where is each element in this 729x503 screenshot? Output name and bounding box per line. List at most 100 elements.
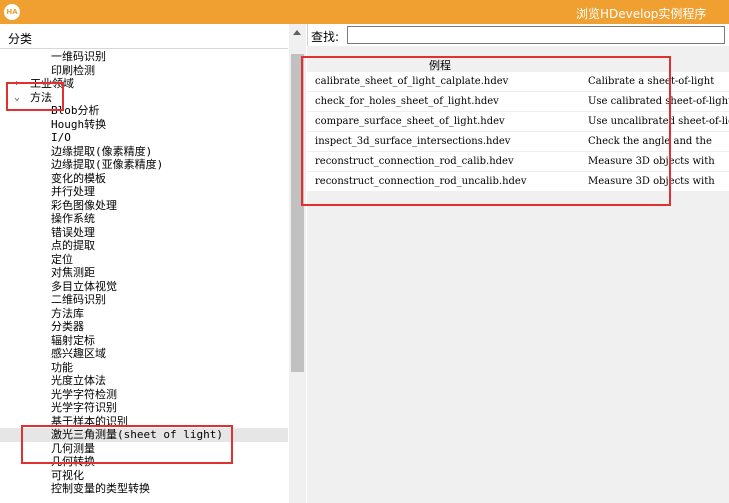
- title-bar: HA 浏览HDevelop实例程序: [0, 0, 729, 24]
- tree-item-label: 光度立体法: [51, 374, 106, 387]
- tree-item[interactable]: 彩色图像处理: [0, 199, 288, 213]
- tree-item-label: 方法: [30, 90, 52, 104]
- tree-item[interactable]: 光学字符识别: [0, 401, 288, 415]
- category-tree: 一维码识别 印刷检测 › 工业领域 ⌄ 方法 Blob分析 Hough转换 I/O 边缘提取(像素…: [0, 48, 288, 503]
- example-description: Use calibrated sheet-of-light: [588, 96, 729, 107]
- tree-item[interactable]: 定位: [0, 253, 288, 267]
- tree-item-label: 功能: [51, 360, 73, 374]
- tree-item[interactable]: 功能: [0, 361, 288, 375]
- tree-item[interactable]: 错误处理: [0, 226, 288, 240]
- tree-item-label: 变化的模板: [51, 171, 106, 185]
- tree-item-label: 工业领域: [30, 77, 74, 90]
- tree-item-label: Hough转换: [51, 117, 107, 131]
- tree-item[interactable]: 控制变量的类型转换: [0, 482, 288, 496]
- example-file-name: reconstruct_connection_rod_calib.hdev: [315, 156, 514, 167]
- tree-item-label: 感兴趣区域: [51, 347, 106, 360]
- tree-item[interactable]: 辐射定标: [0, 334, 288, 348]
- tree-item-label: I/O: [51, 131, 71, 144]
- tree-item-label: 控制变量的类型转换: [51, 482, 150, 495]
- example-description: Use uncalibrated sheet-of-light: [588, 116, 729, 127]
- tree-item-label: 印刷检测: [51, 63, 95, 77]
- tree-scrollbar[interactable]: [289, 24, 306, 503]
- tree-item[interactable]: › 工业领域: [0, 77, 288, 91]
- tree-item[interactable]: 二维码识别: [0, 293, 288, 307]
- tree-item-label: 几何转换: [51, 455, 95, 468]
- tree-item-label: 错误处理: [51, 225, 95, 239]
- tree-item[interactable]: 几何测量: [0, 442, 288, 456]
- table-row[interactable]: calibrate_sheet_of_light_calplate.hdev Ca…: [307, 72, 729, 92]
- tree-item[interactable]: Blob分析: [0, 104, 288, 118]
- example-description: Calibrate a sheet-of-light: [588, 76, 715, 87]
- tree-item-label: Blob分析: [51, 104, 100, 117]
- tree-item-label: 定位: [51, 252, 73, 266]
- example-file-name: compare_surface_sheet_of_light.hdev: [315, 116, 505, 127]
- window-title: 浏览HDevelop实例程序: [576, 7, 707, 21]
- tree-item[interactable]: 边缘提取(亚像素精度): [0, 158, 288, 172]
- column-header-label: 例程: [429, 59, 451, 72]
- tree-item[interactable]: Hough转换: [0, 118, 288, 132]
- search-input[interactable]: [347, 26, 725, 44]
- tree-item-label: 光学字符检测: [51, 387, 117, 401]
- tree-item[interactable]: 可视化: [0, 469, 288, 483]
- tree-item-label: 方法库: [51, 306, 84, 320]
- tree-item[interactable]: 印刷检测: [0, 64, 288, 78]
- tree-item[interactable]: 光学字符检测: [0, 388, 288, 402]
- tree-item[interactable]: 点的提取: [0, 239, 288, 253]
- tree-item-label: 基于样本的识别: [51, 414, 128, 428]
- scroll-up-icon[interactable]: [293, 30, 301, 35]
- example-file-name: inspect_3d_surface_intersections.hdev: [315, 136, 511, 147]
- tree-item-label: 对焦测距: [51, 266, 95, 279]
- tree-item[interactable]: 基于样本的识别: [0, 415, 288, 429]
- tree-item-label: 激光三角测量(sheet of light): [51, 428, 223, 441]
- tree-item[interactable]: 一维码识别: [0, 50, 288, 64]
- tree-item[interactable]: 边缘提取(像素精度): [0, 145, 288, 159]
- tree-item-label: 一维码识别: [51, 50, 106, 63]
- tree-item[interactable]: 感兴趣区域: [0, 347, 288, 361]
- tree-item-label: 多目立体视觉: [51, 279, 117, 293]
- example-table: 例程 calibrate_sheet_of_light_calplate.hde…: [307, 46, 729, 503]
- tree-item-label: 彩色图像处理: [51, 198, 117, 212]
- tree-item-label: 边缘提取(像素精度): [51, 144, 153, 158]
- tree-item[interactable]: I/O: [0, 131, 288, 145]
- tree-item-label: 并行处理: [51, 185, 95, 198]
- halcon-app-icon: HA: [4, 4, 20, 20]
- tree-item-label: 二维码识别: [51, 293, 106, 306]
- tree-item[interactable]: 多目立体视觉: [0, 280, 288, 294]
- example-file-name: reconstruct_connection_rod_uncalib.hdev: [315, 176, 527, 187]
- category-header: 分类: [0, 26, 288, 49]
- example-description: Measure 3D objects with: [588, 156, 715, 167]
- tree-item[interactable]: 并行处理: [0, 185, 288, 199]
- example-file-name: check_for_holes_sheet_of_light.hdev: [315, 96, 499, 107]
- category-header-label: 分类: [8, 32, 33, 46]
- tree-item[interactable]: ⌄ 方法: [0, 91, 288, 105]
- tree-item-label: 边缘提取(亚像素精度): [51, 158, 164, 171]
- column-header[interactable]: 例程: [307, 54, 729, 72]
- tree-item[interactable]: 对焦测距: [0, 266, 288, 280]
- category-panel: 分类 一维码识别 印刷检测 › 工业领域 ⌄ 方法 Blob分析 Hough转换 I/O 边缘提取…: [0, 24, 308, 503]
- table-row[interactable]: check_for_holes_sheet_of_light.hdev Use c…: [307, 92, 729, 112]
- tree-item[interactable]: 激光三角测量(sheet of light): [0, 428, 288, 442]
- tree-item-label: 分类器: [51, 320, 84, 333]
- tree-item-label: 几何测量: [51, 441, 95, 455]
- scrollbar-thumb[interactable]: [291, 54, 304, 372]
- example-description: Measure 3D objects with: [588, 176, 715, 187]
- tree-item-label: 光学字符识别: [51, 401, 117, 414]
- tree-item[interactable]: 几何转换: [0, 455, 288, 469]
- example-file-name: calibrate_sheet_of_light_calplate.hdev: [315, 76, 509, 87]
- tree-item[interactable]: 方法库: [0, 307, 288, 321]
- search-label: 查找:: [311, 30, 340, 44]
- tree-item-label: 可视化: [51, 468, 84, 482]
- table-row[interactable]: reconstruct_connection_rod_uncalib.hdev M…: [307, 172, 729, 192]
- example-description: Check the angle and the: [588, 136, 712, 147]
- table-row[interactable]: inspect_3d_surface_intersections.hdev Che…: [307, 132, 729, 152]
- table-row[interactable]: compare_surface_sheet_of_light.hdev Use u…: [307, 112, 729, 132]
- tree-item[interactable]: 分类器: [0, 320, 288, 334]
- tree-item[interactable]: 操作系统: [0, 212, 288, 226]
- collapse-arrow-icon[interactable]: ›: [14, 77, 20, 90]
- tree-item[interactable]: 变化的模板: [0, 172, 288, 186]
- expand-arrow-icon[interactable]: ⌄: [14, 91, 20, 104]
- tree-item[interactable]: 光度立体法: [0, 374, 288, 388]
- tree-item-label: 辐射定标: [51, 333, 95, 347]
- table-row[interactable]: reconstruct_connection_rod_calib.hdev Mea…: [307, 152, 729, 172]
- tree-item-label: 操作系统: [51, 212, 95, 225]
